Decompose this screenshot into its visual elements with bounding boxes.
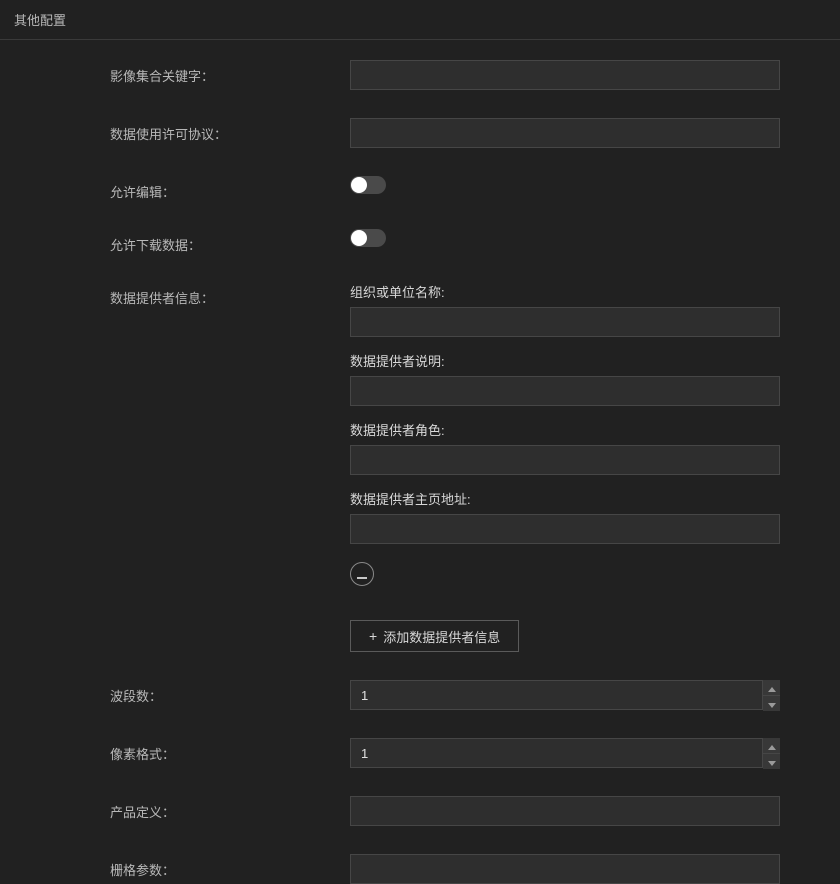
chevron-down-icon xyxy=(768,754,776,769)
input-provider-homepage[interactable] xyxy=(350,514,780,544)
row-allow-download: 允许下载数据： xyxy=(0,229,840,254)
input-raster-params[interactable] xyxy=(350,854,780,884)
minus-icon xyxy=(357,567,367,582)
remove-provider-button[interactable] xyxy=(350,562,374,586)
row-product-definition: 产品定义： xyxy=(0,796,840,826)
input-image-collection-keyword[interactable] xyxy=(350,60,780,90)
field-provider-description: 数据提供者说明: xyxy=(350,351,780,406)
row-band-count: 波段数： xyxy=(0,680,840,710)
chevron-up-icon xyxy=(768,738,776,753)
spinner-up-button[interactable] xyxy=(763,738,780,754)
add-provider-button[interactable]: + 添加数据提供者信息 xyxy=(350,620,519,652)
sublabel-description: 数据提供者说明: xyxy=(350,351,780,370)
field-provider-homepage: 数据提供者主页地址: xyxy=(350,489,780,544)
toggle-knob xyxy=(351,177,367,193)
form-area: 影像集合关键字： 数据使用许可协议： 允许编辑： 允许下载数据： 数据提供者信息… xyxy=(0,40,840,884)
label-pixel-format: 像素格式： xyxy=(110,738,350,763)
label-data-license: 数据使用许可协议： xyxy=(110,118,350,143)
row-allow-edit: 允许编辑： xyxy=(0,176,840,201)
label-product-definition: 产品定义： xyxy=(110,796,350,821)
row-provider-info: 数据提供者信息： 组织或单位名称: 数据提供者说明: 数据提供者角色: 数据提供… xyxy=(0,282,840,652)
input-pixel-format[interactable] xyxy=(350,738,780,768)
input-provider-description[interactable] xyxy=(350,376,780,406)
spinner-up-button[interactable] xyxy=(763,680,780,696)
row-raster-params: 栅格参数： xyxy=(0,854,840,884)
label-band-count: 波段数： xyxy=(110,680,350,705)
sublabel-role: 数据提供者角色: xyxy=(350,420,780,439)
label-allow-download: 允许下载数据： xyxy=(110,229,350,254)
label-image-collection-keyword: 影像集合关键字： xyxy=(110,60,350,85)
input-provider-role[interactable] xyxy=(350,445,780,475)
label-raster-params: 栅格参数： xyxy=(110,854,350,879)
chevron-up-icon xyxy=(768,680,776,695)
field-provider-role: 数据提供者角色: xyxy=(350,420,780,475)
sublabel-org-name: 组织或单位名称: xyxy=(350,282,780,301)
input-data-license[interactable] xyxy=(350,118,780,148)
label-provider-info: 数据提供者信息： xyxy=(110,282,350,307)
row-pixel-format: 像素格式： xyxy=(0,738,840,768)
input-band-count[interactable] xyxy=(350,680,780,710)
provider-sub-group: 组织或单位名称: 数据提供者说明: 数据提供者角色: 数据提供者主页地址: xyxy=(350,282,780,652)
section-title: 其他配置 xyxy=(0,0,840,40)
row-data-license: 数据使用许可协议： xyxy=(0,118,840,148)
input-product-definition[interactable] xyxy=(350,796,780,826)
add-provider-label: 添加数据提供者信息 xyxy=(383,627,500,646)
spinner-down-button[interactable] xyxy=(763,754,780,769)
spinner-down-button[interactable] xyxy=(763,696,780,711)
field-provider-org-name: 组织或单位名称: xyxy=(350,282,780,337)
toggle-knob xyxy=(351,230,367,246)
plus-icon: + xyxy=(369,629,377,643)
chevron-down-icon xyxy=(768,696,776,711)
input-provider-org-name[interactable] xyxy=(350,307,780,337)
label-allow-edit: 允许编辑： xyxy=(110,176,350,201)
spinner-band-count xyxy=(762,680,780,710)
sublabel-homepage: 数据提供者主页地址: xyxy=(350,489,780,508)
toggle-allow-download[interactable] xyxy=(350,229,386,247)
spinner-pixel-format xyxy=(762,738,780,768)
row-image-collection-keyword: 影像集合关键字： xyxy=(0,60,840,90)
toggle-allow-edit[interactable] xyxy=(350,176,386,194)
